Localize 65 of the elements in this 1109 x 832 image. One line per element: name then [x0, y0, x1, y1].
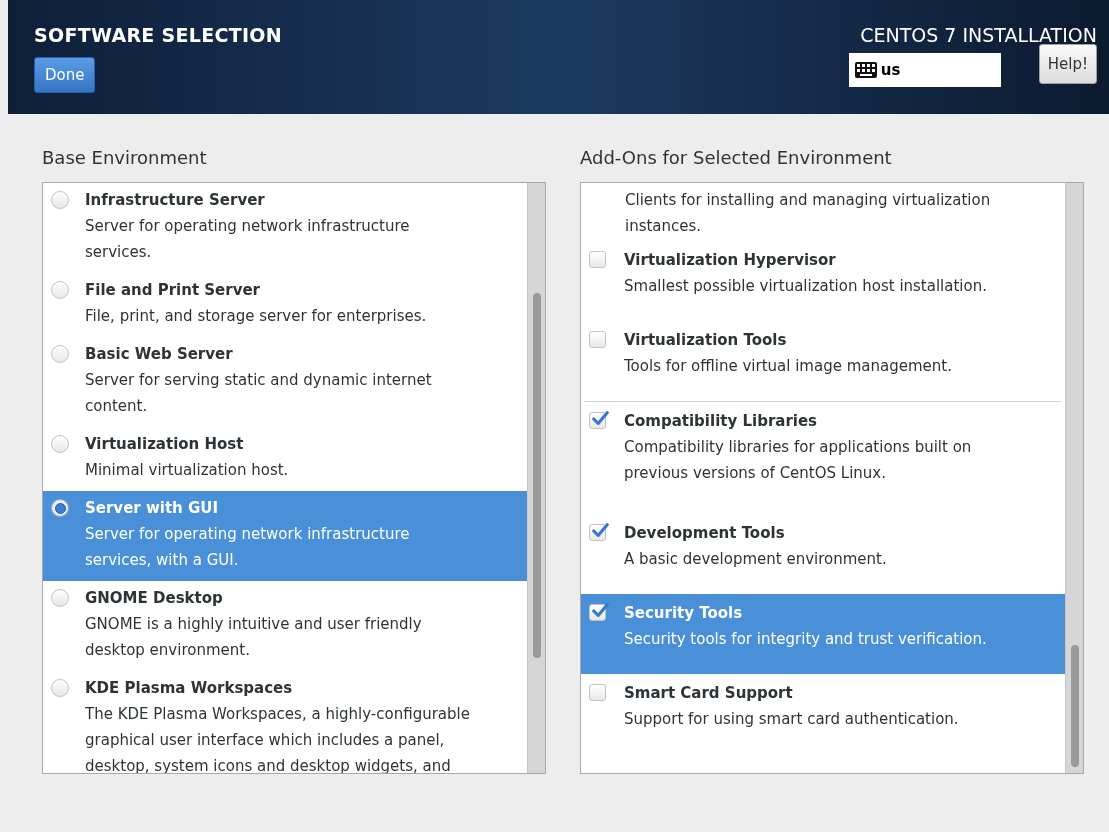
- option-description: Security tools for integrity and trust verification.: [624, 629, 987, 650]
- addon-option[interactable]: Clients for installing and managing virtualization instances.: [581, 183, 1065, 241]
- option-title: Basic Web Server: [85, 344, 234, 365]
- checkbox[interactable]: [589, 251, 606, 268]
- scrollbar-thumb[interactable]: [532, 293, 541, 658]
- check-icon: [591, 602, 609, 620]
- scrollbar[interactable]: [527, 183, 545, 773]
- option-description: A basic development environment.: [624, 549, 887, 570]
- check-icon: [591, 410, 609, 428]
- radio-button[interactable]: [51, 191, 69, 209]
- option-description: Server for operating network infrastructure services, with a GUI.: [85, 524, 411, 571]
- option-description: GNOME is a highly intuitive and user friendly desktop environment.: [85, 614, 423, 661]
- checkbox[interactable]: [589, 524, 606, 541]
- keyboard-layout-field[interactable]: us: [848, 53, 1001, 87]
- section-heading: Base Environment: [42, 146, 208, 170]
- option-description: File, print, and storage server for enterprises.: [85, 306, 427, 327]
- product-title: CENTOS 7 INSTALLATION: [860, 26, 1097, 45]
- option-description: Server for serving static and dynamic internet content.: [85, 370, 433, 417]
- option-description: Server for operating network infrastructure services.: [85, 216, 411, 263]
- addon-option[interactable]: Virtualization Tools Tools for offline virtual image management.: [581, 321, 1065, 401]
- addon-option[interactable]: Development Tools A basic development environment.: [581, 514, 1065, 594]
- radio-button[interactable]: [51, 281, 69, 299]
- checkbox[interactable]: [589, 604, 606, 621]
- addon-option[interactable]: Compatibility Libraries Compatibility libraries for applications built on previous versions of CentOS Linux.: [581, 402, 1065, 514]
- radio-button[interactable]: [51, 345, 69, 363]
- option-title: Server with GUI: [85, 498, 220, 519]
- done-button[interactable]: Done: [34, 57, 96, 93]
- section-heading: Add-Ons for Selected Environment: [580, 146, 893, 170]
- option-title: Infrastructure Server: [85, 190, 266, 211]
- keyboard-icon: [854, 62, 877, 78]
- option-title: KDE Plasma Workspaces: [85, 678, 294, 699]
- page-title: SOFTWARE SELECTION: [34, 26, 282, 45]
- option-title: Compatibility Libraries: [624, 411, 819, 432]
- help-button[interactable]: Help!: [1038, 44, 1097, 84]
- radio-button[interactable]: [51, 589, 69, 607]
- environment-option[interactable]: File and Print Server File, print, and storage server for enterprises.: [43, 273, 527, 337]
- option-title: GNOME Desktop: [85, 588, 224, 609]
- option-title: File and Print Server: [85, 280, 261, 301]
- option-description: Smallest possible virtualization host installation.: [624, 276, 987, 297]
- scrollbar-thumb[interactable]: [1070, 645, 1079, 767]
- option-description: Tools for offline virtual image management.: [624, 356, 952, 377]
- option-title: Virtualization Hypervisor: [624, 250, 837, 271]
- option-title: Security Tools: [624, 603, 744, 624]
- check-icon: [591, 522, 609, 540]
- option-description: Minimal virtualization host.: [85, 460, 289, 481]
- option-description: Clients for installing and managing virtualization instances.: [625, 190, 992, 237]
- option-title: Smart Card Support: [624, 683, 794, 704]
- radio-button[interactable]: [51, 499, 69, 517]
- radio-button[interactable]: [51, 435, 69, 453]
- environment-option[interactable]: Basic Web Server Server for serving static and dynamic internet content.: [43, 337, 527, 427]
- option-title: Development Tools: [624, 523, 786, 544]
- scrollbar[interactable]: [1065, 183, 1083, 773]
- checkbox[interactable]: [589, 412, 606, 429]
- checkbox[interactable]: [589, 331, 606, 348]
- option-title: Virtualization Tools: [624, 330, 788, 351]
- environment-option[interactable]: GNOME Desktop GNOME is a highly intuitive and user friendly desktop environment.: [43, 581, 527, 671]
- environment-option[interactable]: Virtualization Host Minimal virtualization host.: [43, 427, 527, 491]
- option-description: Support for using smart card authentication.: [624, 709, 959, 730]
- addon-option[interactable]: Virtualization Hypervisor Smallest possible virtualization host installation.: [581, 241, 1065, 321]
- checkbox[interactable]: [589, 684, 606, 701]
- environment-option[interactable]: Infrastructure Server Server for operating network infrastructure services.: [43, 183, 527, 273]
- option-description: Compatibility libraries for applications built on previous versions of CentOS Linux.: [624, 437, 973, 484]
- option-title: Virtualization Host: [85, 434, 245, 455]
- addon-option[interactable]: Smart Card Support Support for using smart card authentication.: [581, 674, 1065, 754]
- radio-button[interactable]: [51, 679, 69, 697]
